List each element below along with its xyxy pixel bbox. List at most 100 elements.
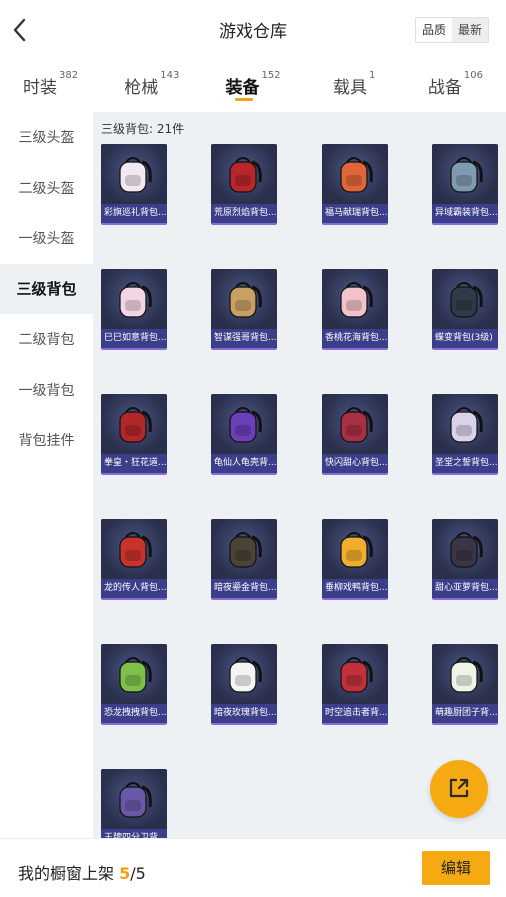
backpack-icon [340,157,373,193]
backpack-icon [119,157,152,193]
backpack-item-card[interactable]: 王牌四分卫背... [101,769,167,838]
backpack-thumbnail [101,394,167,454]
item-name: 巳巳如意背包... [101,329,167,348]
backpack-icon [450,157,483,193]
backpack-item-card[interactable]: 福马献瑞背包... [322,144,388,225]
sort-quality-button[interactable]: 品质 [416,18,452,42]
backpack-item-card[interactable]: 暗夜鎏金背包... [211,519,277,600]
sidebar-item-lv3-helmet[interactable]: 三级头盔 [0,112,93,163]
backpack-item-card[interactable]: 香桃花海背包... [322,269,388,350]
item-name: 龟仙人龟壳背... [211,454,277,473]
showcase-total-count: /5 [130,864,146,883]
tab-weapons[interactable]: 枪械 143 [101,60,202,112]
backpack-thumbnail [211,519,277,579]
item-name: 荒原烈焰背包... [211,204,277,223]
backpack-item-card[interactable]: 萌趣厨团子背... [432,644,498,725]
backpack-icon [119,782,152,818]
backpack-item-card[interactable]: 快闪甜心背包... [322,394,388,475]
sidebar-item-lv2-helmet[interactable]: 二级头盔 [0,163,93,214]
backpack-item-card[interactable]: 暗夜玫瑰背包... [211,644,277,725]
backpack-item-card[interactable]: 甜心亚萝背包... [432,519,498,600]
item-name: 异域霸装背包... [432,204,498,223]
sidebar-item-lv1-backpack[interactable]: 一级背包 [0,365,93,416]
backpack-item-card[interactable]: 荒原烈焰背包... [211,144,277,225]
backpack-icon [450,407,483,443]
tab-tactical[interactable]: 战备 106 [405,60,506,112]
backpack-icon [450,282,483,318]
showcase-current-count: 5 [119,864,131,883]
backpack-item-card[interactable]: 拳皇・狂花道... [101,394,167,475]
tab-label: 载具 [333,78,368,98]
item-name: 圣堂之誓背包... [432,454,498,473]
tab-count: 152 [261,70,281,81]
backpack-item-card[interactable]: 龟仙人龟壳背... [211,394,277,475]
item-name: 暗夜鎏金背包... [211,579,277,598]
backpack-thumbnail [432,519,498,579]
backpack-thumbnail [211,644,277,704]
top-bar: 游戏仓库 品质 最新 [0,0,506,60]
tab-label: 枪械 [124,78,159,98]
backpack-thumbnail [322,644,388,704]
subcategory-sidebar: 三级头盔 二级头盔 一级头盔 三级背包 二级背包 一级背包 背包挂件 [0,112,93,838]
category-tabs: 时装 382 枪械 143 装备 152 载具 1 战备 106 [0,60,506,112]
tab-count: 1 [369,70,376,81]
backpack-icon [340,407,373,443]
backpack-icon [450,532,483,568]
sort-toggle: 品质 最新 [415,17,489,43]
backpack-item-card[interactable]: 时空追击者背... [322,644,388,725]
tab-equipment[interactable]: 装备 152 [202,60,303,112]
backpack-icon [340,657,373,693]
tab-count: 143 [160,70,180,81]
backpack-item-card[interactable]: 圣堂之誓背包... [432,394,498,475]
edit-button[interactable]: 编辑 [422,851,490,885]
share-button[interactable] [430,760,488,818]
backpack-thumbnail [101,769,167,829]
tab-label: 战备 [427,78,462,98]
tab-fashion[interactable]: 时装 382 [0,60,101,112]
sidebar-item-lv1-helmet[interactable]: 一级头盔 [0,213,93,264]
tab-vehicles[interactable]: 载具 1 [304,60,405,112]
sidebar-item-backpack-charm[interactable]: 背包挂件 [0,415,93,466]
tab-count: 382 [59,70,79,81]
backpack-thumbnail [211,394,277,454]
backpack-icon [340,282,373,318]
backpack-item-card[interactable]: 垂柳戏鸭背包... [322,519,388,600]
backpack-item-card[interactable]: 彩旗巡礼背包... [101,144,167,225]
backpack-thumbnail [211,144,277,204]
backpack-thumbnail [322,269,388,329]
item-name: 萌趣厨团子背... [432,704,498,723]
sort-latest-button[interactable]: 最新 [452,18,488,42]
backpack-thumbnail [101,644,167,704]
backpack-icon [229,532,262,568]
backpack-item-card[interactable]: 龙的传人背包... [101,519,167,600]
backpack-icon [340,532,373,568]
item-name: 蝶变背包(3级) [432,329,498,348]
sidebar-item-lv3-backpack[interactable]: 三级背包 [0,263,93,314]
tab-indicator [235,98,253,101]
backpack-icon [229,407,262,443]
item-name: 暗夜玫瑰背包... [211,704,277,723]
item-name: 彩旗巡礼背包... [101,204,167,223]
backpack-thumbnail [101,269,167,329]
item-name: 垂柳戏鸭背包... [322,579,388,598]
backpack-item-card[interactable]: 智谋强哥背包... [211,269,277,350]
backpack-thumbnail [322,394,388,454]
backpack-icon [119,532,152,568]
item-name: 时空追击者背... [322,704,388,723]
backpack-thumbnail [432,144,498,204]
item-panel: 三级背包: 21件 彩旗巡礼背包... 荒原烈焰背包... 福马献瑞背包... 异域霸… [93,112,506,838]
item-name: 甜心亚萝背包... [432,579,498,598]
item-name: 龙的传人背包... [101,579,167,598]
sidebar-item-lv2-backpack[interactable]: 二级背包 [0,314,93,365]
section-count-label: 三级背包: 21件 [101,122,185,136]
backpack-thumbnail [432,394,498,454]
backpack-thumbnail [322,144,388,204]
share-external-icon [449,778,469,798]
backpack-item-card[interactable]: 异域霸装背包... [432,144,498,225]
backpack-thumbnail [101,144,167,204]
backpack-item-card[interactable]: 恐龙拽拽背包... [101,644,167,725]
backpack-item-card[interactable]: 巳巳如意背包... [101,269,167,350]
backpack-item-card[interactable]: 蝶变背包(3级) [432,269,498,350]
backpack-icon [119,657,152,693]
item-name: 智谋强哥背包... [211,329,277,348]
